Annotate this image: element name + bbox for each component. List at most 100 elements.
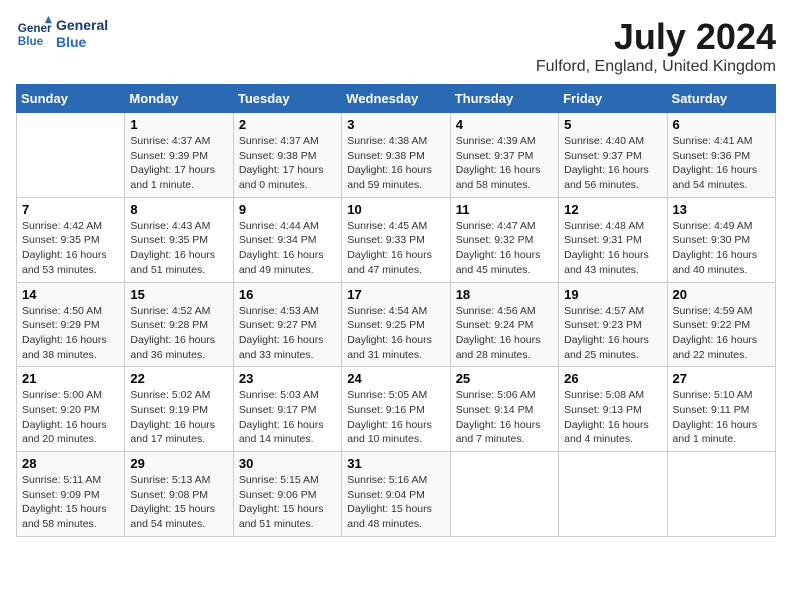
day-number: 4 xyxy=(456,117,553,132)
day-number: 21 xyxy=(22,371,119,386)
day-info: Sunrise: 4:48 AM Sunset: 9:31 PM Dayligh… xyxy=(564,219,661,278)
day-number: 20 xyxy=(673,287,770,302)
subtitle: Fulford, England, United Kingdom xyxy=(536,58,776,76)
day-number: 2 xyxy=(239,117,336,132)
header-day-tuesday: Tuesday xyxy=(233,85,341,113)
day-cell: 21 Sunrise: 5:00 AM Sunset: 9:20 PM Dayli… xyxy=(17,367,125,452)
day-cell: 11Sunrise: 4:47 AM Sunset: 9:32 PM Dayli… xyxy=(450,197,558,282)
header-day-monday: Monday xyxy=(125,85,233,113)
day-info: Sunrise: 4:52 AM Sunset: 9:28 PM Dayligh… xyxy=(130,304,227,363)
title-area: July 2024 Fulford, England, United Kingd… xyxy=(536,16,776,76)
day-number: 27 xyxy=(673,371,770,386)
day-info: Sunrise: 4:49 AM Sunset: 9:30 PM Dayligh… xyxy=(673,219,770,278)
day-number: 24 xyxy=(347,371,444,386)
day-number: 25 xyxy=(456,371,553,386)
day-cell xyxy=(450,452,558,537)
day-cell: 10Sunrise: 4:45 AM Sunset: 9:33 PM Dayli… xyxy=(342,197,450,282)
header: General Blue General Blue July 2024 Fulf… xyxy=(16,16,776,76)
day-info: Sunrise: 4:47 AM Sunset: 9:32 PM Dayligh… xyxy=(456,219,553,278)
day-cell: 13 Sunrise: 4:49 AM Sunset: 9:30 PM Dayli… xyxy=(667,197,775,282)
day-info: Sunrise: 4:45 AM Sunset: 9:33 PM Dayligh… xyxy=(347,219,444,278)
day-info: Sunrise: 4:43 AM Sunset: 9:35 PM Dayligh… xyxy=(130,219,227,278)
day-info: Sunrise: 5:15 AM Sunset: 9:06 PM Dayligh… xyxy=(239,473,336,532)
header-day-wednesday: Wednesday xyxy=(342,85,450,113)
day-info: Sunrise: 4:54 AM Sunset: 9:25 PM Dayligh… xyxy=(347,304,444,363)
day-info: Sunrise: 4:57 AM Sunset: 9:23 PM Dayligh… xyxy=(564,304,661,363)
header-day-friday: Friday xyxy=(559,85,667,113)
day-info: Sunrise: 5:00 AM Sunset: 9:20 PM Dayligh… xyxy=(22,388,119,447)
calendar-header-row: SundayMondayTuesdayWednesdayThursdayFrid… xyxy=(17,85,776,113)
main-title: July 2024 xyxy=(536,16,776,58)
day-number: 16 xyxy=(239,287,336,302)
day-cell: 24 Sunrise: 5:05 AM Sunset: 9:16 PM Dayli… xyxy=(342,367,450,452)
day-info: Sunrise: 4:37 AM Sunset: 9:39 PM Dayligh… xyxy=(130,134,227,193)
logo-line1: General xyxy=(56,17,108,33)
day-number: 22 xyxy=(130,371,227,386)
day-number: 30 xyxy=(239,456,336,471)
day-number: 6 xyxy=(673,117,770,132)
logo-text: General Blue xyxy=(56,17,108,51)
day-cell: 4 Sunrise: 4:39 AM Sunset: 9:37 PM Daylig… xyxy=(450,113,558,198)
day-info: Sunrise: 4:41 AM Sunset: 9:36 PM Dayligh… xyxy=(673,134,770,193)
day-info: Sunrise: 4:39 AM Sunset: 9:37 PM Dayligh… xyxy=(456,134,553,193)
day-cell: 22 Sunrise: 5:02 AM Sunset: 9:19 PM Dayli… xyxy=(125,367,233,452)
day-number: 14 xyxy=(22,287,119,302)
day-info: Sunrise: 4:56 AM Sunset: 9:24 PM Dayligh… xyxy=(456,304,553,363)
day-cell: 18 Sunrise: 4:56 AM Sunset: 9:24 PM Dayli… xyxy=(450,282,558,367)
day-cell: 17 Sunrise: 4:54 AM Sunset: 9:25 PM Dayli… xyxy=(342,282,450,367)
day-info: Sunrise: 4:40 AM Sunset: 9:37 PM Dayligh… xyxy=(564,134,661,193)
day-info: Sunrise: 4:59 AM Sunset: 9:22 PM Dayligh… xyxy=(673,304,770,363)
day-cell: 16Sunrise: 4:53 AM Sunset: 9:27 PM Dayli… xyxy=(233,282,341,367)
day-number: 15 xyxy=(130,287,227,302)
day-cell: 25 Sunrise: 5:06 AM Sunset: 9:14 PM Dayli… xyxy=(450,367,558,452)
svg-text:Blue: Blue xyxy=(18,35,44,48)
day-info: Sunrise: 5:08 AM Sunset: 9:13 PM Dayligh… xyxy=(564,388,661,447)
day-info: Sunrise: 4:38 AM Sunset: 9:38 PM Dayligh… xyxy=(347,134,444,193)
day-cell: 20 Sunrise: 4:59 AM Sunset: 9:22 PM Dayli… xyxy=(667,282,775,367)
header-day-saturday: Saturday xyxy=(667,85,775,113)
day-number: 23 xyxy=(239,371,336,386)
day-info: Sunrise: 5:02 AM Sunset: 9:19 PM Dayligh… xyxy=(130,388,227,447)
day-cell: 1 Sunrise: 4:37 AM Sunset: 9:39 PM Daylig… xyxy=(125,113,233,198)
day-number: 28 xyxy=(22,456,119,471)
day-cell: 31Sunrise: 5:16 AM Sunset: 9:04 PM Dayli… xyxy=(342,452,450,537)
week-row-4: 21 Sunrise: 5:00 AM Sunset: 9:20 PM Dayli… xyxy=(17,367,776,452)
day-number: 31 xyxy=(347,456,444,471)
day-cell: 12Sunrise: 4:48 AM Sunset: 9:31 PM Dayli… xyxy=(559,197,667,282)
header-day-thursday: Thursday xyxy=(450,85,558,113)
week-row-1: 1 Sunrise: 4:37 AM Sunset: 9:39 PM Daylig… xyxy=(17,113,776,198)
day-info: Sunrise: 5:11 AM Sunset: 9:09 PM Dayligh… xyxy=(22,473,119,532)
day-info: Sunrise: 5:03 AM Sunset: 9:17 PM Dayligh… xyxy=(239,388,336,447)
day-cell: 2Sunrise: 4:37 AM Sunset: 9:38 PM Daylig… xyxy=(233,113,341,198)
day-cell: 27Sunrise: 5:10 AM Sunset: 9:11 PM Dayli… xyxy=(667,367,775,452)
day-cell: 28 Sunrise: 5:11 AM Sunset: 9:09 PM Dayli… xyxy=(17,452,125,537)
day-number: 13 xyxy=(673,202,770,217)
day-cell: 3 Sunrise: 4:38 AM Sunset: 9:38 PM Daylig… xyxy=(342,113,450,198)
header-day-sunday: Sunday xyxy=(17,85,125,113)
logo-icon: General Blue xyxy=(16,16,52,52)
day-cell: 26Sunrise: 5:08 AM Sunset: 9:13 PM Dayli… xyxy=(559,367,667,452)
day-info: Sunrise: 4:44 AM Sunset: 9:34 PM Dayligh… xyxy=(239,219,336,278)
logo-line2: Blue xyxy=(56,34,86,50)
day-cell: 30 Sunrise: 5:15 AM Sunset: 9:06 PM Dayli… xyxy=(233,452,341,537)
day-number: 29 xyxy=(130,456,227,471)
day-info: Sunrise: 4:42 AM Sunset: 9:35 PM Dayligh… xyxy=(22,219,119,278)
day-cell: 15 Sunrise: 4:52 AM Sunset: 9:28 PM Dayli… xyxy=(125,282,233,367)
day-number: 9 xyxy=(239,202,336,217)
day-number: 3 xyxy=(347,117,444,132)
day-cell: 5Sunrise: 4:40 AM Sunset: 9:37 PM Daylig… xyxy=(559,113,667,198)
day-cell xyxy=(667,452,775,537)
day-cell: 23 Sunrise: 5:03 AM Sunset: 9:17 PM Dayli… xyxy=(233,367,341,452)
day-number: 17 xyxy=(347,287,444,302)
day-info: Sunrise: 5:13 AM Sunset: 9:08 PM Dayligh… xyxy=(130,473,227,532)
day-number: 1 xyxy=(130,117,227,132)
day-cell: 8Sunrise: 4:43 AM Sunset: 9:35 PM Daylig… xyxy=(125,197,233,282)
day-info: Sunrise: 5:05 AM Sunset: 9:16 PM Dayligh… xyxy=(347,388,444,447)
logo: General Blue General Blue xyxy=(16,16,108,52)
day-info: Sunrise: 4:50 AM Sunset: 9:29 PM Dayligh… xyxy=(22,304,119,363)
calendar-table: SundayMondayTuesdayWednesdayThursdayFrid… xyxy=(16,84,776,537)
day-number: 18 xyxy=(456,287,553,302)
week-row-5: 28 Sunrise: 5:11 AM Sunset: 9:09 PM Dayli… xyxy=(17,452,776,537)
day-info: Sunrise: 5:06 AM Sunset: 9:14 PM Dayligh… xyxy=(456,388,553,447)
day-cell: 9 Sunrise: 4:44 AM Sunset: 9:34 PM Daylig… xyxy=(233,197,341,282)
